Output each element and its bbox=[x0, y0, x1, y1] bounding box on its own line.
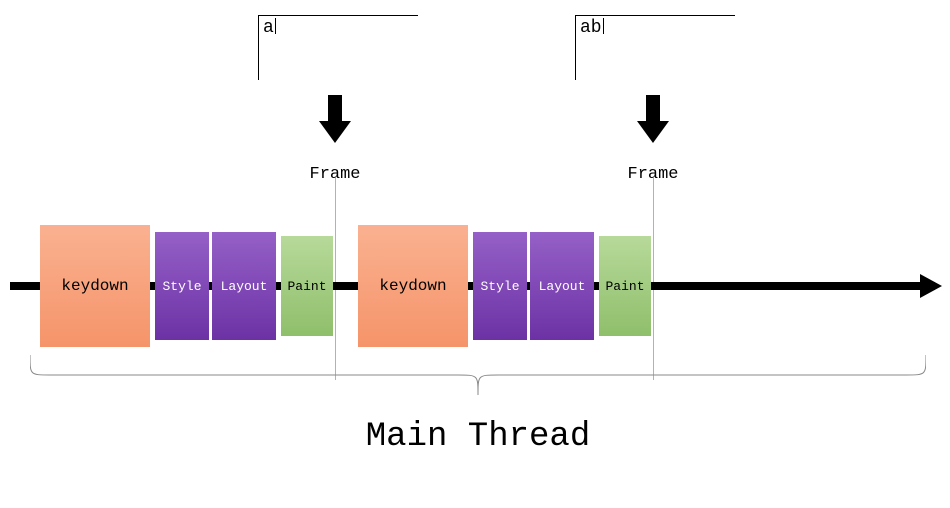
main-thread-caption: Main Thread bbox=[366, 418, 590, 456]
frame-tick-line-2 bbox=[653, 178, 654, 380]
text-cursor-icon bbox=[275, 18, 276, 34]
task-layout-2-label: Layout bbox=[539, 279, 586, 294]
arrow-down-icon bbox=[320, 95, 350, 143]
input-snapshot-2-text: ab bbox=[580, 18, 602, 38]
task-keydown-1-label: keydown bbox=[61, 277, 128, 295]
frame-tick-line-1 bbox=[335, 178, 336, 380]
task-paint-1-label: Paint bbox=[287, 279, 326, 294]
task-style-1: Style bbox=[155, 232, 209, 340]
task-style-2-label: Style bbox=[480, 279, 519, 294]
timeline-arrowhead-icon bbox=[920, 274, 942, 298]
text-cursor-icon bbox=[603, 18, 604, 34]
task-layout-1: Layout bbox=[212, 232, 276, 340]
task-paint-2: Paint bbox=[599, 236, 651, 336]
task-style-1-label: Style bbox=[162, 279, 201, 294]
task-keydown-2-label: keydown bbox=[379, 277, 446, 295]
task-keydown-2: keydown bbox=[358, 225, 468, 347]
task-keydown-1: keydown bbox=[40, 225, 150, 347]
input-snapshot-1-text: a bbox=[263, 18, 274, 38]
input-snapshot-1: a bbox=[258, 15, 418, 80]
task-layout-2: Layout bbox=[530, 232, 594, 340]
arrow-down-icon bbox=[638, 95, 668, 143]
input-snapshot-2: ab bbox=[575, 15, 735, 80]
task-layout-1-label: Layout bbox=[221, 279, 268, 294]
task-paint-1: Paint bbox=[281, 236, 333, 336]
diagram-stage: a ab Frame Frame keydown Style Layout Pa… bbox=[0, 0, 950, 508]
task-paint-2-label: Paint bbox=[605, 279, 644, 294]
curly-brace-icon bbox=[30, 355, 926, 400]
task-style-2: Style bbox=[473, 232, 527, 340]
